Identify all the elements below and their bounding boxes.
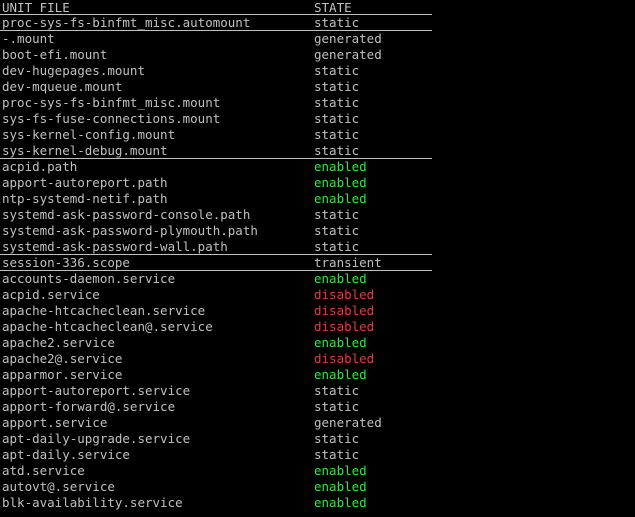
table-row: proc-sys-fs-binfmt_misc.mount static (0, 95, 635, 111)
unit-file-name: apt-daily-upgrade.service (2, 431, 191, 446)
unit-file-name: apache2@.service (2, 351, 123, 366)
table-row: session-336.scope transient (0, 255, 432, 271)
unit-file-name: proc-sys-fs-binfmt_misc.mount (2, 95, 221, 110)
unit-state: static (314, 79, 360, 94)
unit-state: transient (314, 255, 382, 270)
table-row: boot-efi.mount generated (0, 47, 635, 63)
unit-state: enabled (314, 271, 367, 286)
unit-file-name: dev-hugepages.mount (2, 63, 145, 78)
unit-state: static (314, 63, 360, 78)
unit-state: static (314, 15, 360, 30)
table-row: systemd-ask-password-console.path static (0, 207, 635, 223)
unit-state: enabled (314, 479, 367, 494)
terminal-window[interactable]: UNIT FILE STATE proc-sys-fs-binfmt_misc.… (0, 0, 635, 517)
unit-state: static (314, 111, 360, 126)
unit-file-name: blk-availability.service (2, 495, 183, 510)
unit-state: static (314, 239, 360, 254)
unit-file-name: apport.service (2, 415, 108, 430)
unit-state: enabled (314, 175, 367, 190)
unit-file-name: apache-htcacheclean@.service (2, 319, 213, 334)
table-row: blk-availability.service enabled (0, 495, 635, 511)
table-row: apport-autoreport.service static (0, 383, 635, 399)
unit-state: disabled (314, 319, 375, 334)
table-row: accounts-daemon.service enabled (0, 271, 635, 287)
unit-state: disabled (314, 287, 375, 302)
unit-state: static (314, 143, 360, 158)
table-row: acpid.path enabled (0, 159, 635, 175)
unit-state: static (314, 399, 360, 414)
table-row: apport-autoreport.path enabled (0, 175, 635, 191)
unit-file-name: apt-daily.service (2, 447, 130, 462)
table-row: apt-daily.service static (0, 447, 635, 463)
unit-file-name: apparmor.service (2, 367, 123, 382)
table-header: UNIT FILE STATE (0, 0, 432, 15)
unit-state: static (314, 127, 360, 142)
unit-file-name: acpid.path (2, 159, 78, 174)
unit-state: enabled (314, 463, 367, 478)
unit-state: static (314, 207, 360, 222)
unit-file-name: apport-autoreport.service (2, 383, 191, 398)
table-row: sys-kernel-debug.mount static (0, 143, 432, 159)
unit-file-name: proc-sys-fs-binfmt_misc.automount (2, 15, 251, 30)
unit-state: generated (314, 47, 382, 62)
unit-state: static (314, 447, 360, 462)
unit-file-name: systemd-ask-password-plymouth.path (2, 223, 258, 238)
table-row: proc-sys-fs-binfmt_misc.automount static (0, 15, 432, 31)
unit-state: enabled (314, 367, 367, 382)
table-row: dev-mqueue.mount static (0, 79, 635, 95)
table-row: apport.service generated (0, 415, 635, 431)
unit-file-name: accounts-daemon.service (2, 271, 176, 286)
unit-state: enabled (314, 191, 367, 206)
unit-state: enabled (314, 495, 367, 510)
table-row: ntp-systemd-netif.path enabled (0, 191, 635, 207)
table-row: apache-htcacheclean@.service disabled (0, 319, 635, 335)
unit-file-name: session-336.scope (2, 255, 130, 270)
unit-state: static (314, 383, 360, 398)
unit-state: disabled (314, 303, 375, 318)
table-row: apt-daily-upgrade.service static (0, 431, 635, 447)
unit-file-list: proc-sys-fs-binfmt_misc.automount static -… (0, 15, 635, 511)
unit-file-name: apport-autoreport.path (2, 175, 168, 190)
table-row: acpid.service disabled (0, 287, 635, 303)
table-row: dev-hugepages.mount static (0, 63, 635, 79)
unit-state: static (314, 431, 360, 446)
unit-state: generated (314, 31, 382, 46)
table-row: apache2@.service disabled (0, 351, 635, 367)
table-row: apache2.service enabled (0, 335, 635, 351)
unit-file-name: sys-kernel-debug.mount (2, 143, 168, 158)
unit-state: static (314, 95, 360, 110)
table-row: apport-forward@.service static (0, 399, 635, 415)
unit-file-name: dev-mqueue.mount (2, 79, 123, 94)
table-row: -.mount generated (0, 31, 635, 47)
unit-file-column-header: UNIT FILE (2, 0, 70, 15)
unit-state: generated (314, 415, 382, 430)
table-row: autovt@.service enabled (0, 479, 635, 495)
table-row: atd.service enabled (0, 463, 635, 479)
table-row: apache-htcacheclean.service disabled (0, 303, 635, 319)
unit-file-name: apport-forward@.service (2, 399, 176, 414)
unit-file-name: sys-kernel-config.mount (2, 127, 176, 142)
unit-file-name: apache2.service (2, 335, 115, 350)
unit-file-name: systemd-ask-password-console.path (2, 207, 251, 222)
unit-file-name: ntp-systemd-netif.path (2, 191, 168, 206)
unit-file-name: -.mount (2, 31, 55, 46)
unit-file-name: sys-fs-fuse-connections.mount (2, 111, 221, 126)
unit-state: static (314, 223, 360, 238)
table-row: systemd-ask-password-plymouth.path static (0, 223, 635, 239)
unit-file-name: apache-htcacheclean.service (2, 303, 206, 318)
table-row: systemd-ask-password-wall.path static (0, 239, 432, 255)
table-row: sys-kernel-config.mount static (0, 127, 635, 143)
unit-file-name: boot-efi.mount (2, 47, 108, 62)
table-row: apparmor.service enabled (0, 367, 635, 383)
unit-file-name: autovt@.service (2, 479, 115, 494)
unit-state: disabled (314, 351, 375, 366)
unit-file-name: acpid.service (2, 287, 100, 302)
table-row: sys-fs-fuse-connections.mount static (0, 111, 635, 127)
unit-state: enabled (314, 159, 367, 174)
unit-file-name: systemd-ask-password-wall.path (2, 239, 228, 254)
state-column-header: STATE (314, 0, 352, 15)
unit-file-name: atd.service (2, 463, 85, 478)
unit-state: enabled (314, 335, 367, 350)
